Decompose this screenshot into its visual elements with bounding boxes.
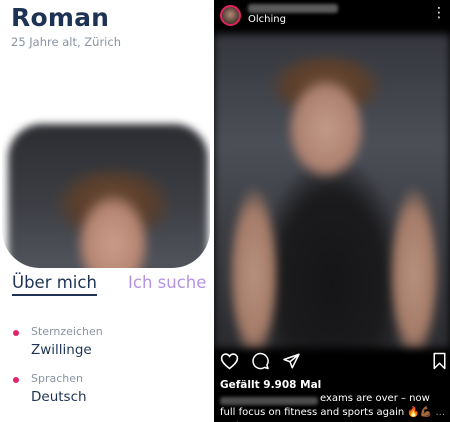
tab-looking-for[interactable]: Ich suche: [128, 273, 206, 292]
field-label-zodiac: Sternzeichen: [31, 325, 103, 338]
post-image[interactable]: [214, 34, 450, 348]
username-redacted[interactable]: [248, 4, 338, 13]
bullet-dot: [13, 330, 19, 336]
comment-icon[interactable]: [251, 352, 270, 374]
avatar[interactable]: [220, 5, 241, 26]
tab-about-me[interactable]: Über mich: [12, 273, 97, 292]
caption-text: exams are over – now full focus on fitne…: [220, 393, 433, 418]
profile-name: Roman: [11, 3, 110, 32]
active-tab-underline: [12, 294, 97, 296]
bookmark-icon[interactable]: [432, 352, 447, 374]
more-icon[interactable]: ⋮: [432, 6, 446, 20]
post-location[interactable]: Olching: [248, 14, 286, 25]
field-value-languages: Deutsch: [31, 389, 87, 405]
heart-icon[interactable]: [220, 352, 239, 374]
likes-count[interactable]: Gefällt 9.908 Mal: [220, 379, 321, 391]
post-caption: exams are over – now full focus on fitne…: [220, 392, 446, 422]
profile-age-location: 25 Jahre alt, Zürich: [11, 35, 121, 49]
share-icon[interactable]: [282, 352, 301, 374]
profile-photo-image: [8, 124, 208, 268]
post-actions: [214, 352, 450, 374]
profile-photo[interactable]: [2, 60, 210, 268]
bullet-dot: [13, 377, 19, 383]
instagram-post-panel: Olching ⋮ Gefällt 9.908 Mal exams are ov…: [214, 0, 450, 422]
dating-profile-panel: Roman 25 Jahre alt, Zürich Über mich Ich…: [0, 0, 214, 422]
field-value-zodiac: Zwillinge: [31, 342, 92, 358]
field-label-languages: Sprachen: [31, 372, 83, 385]
